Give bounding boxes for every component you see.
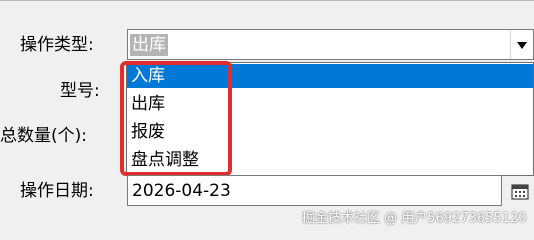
- chevron-down-icon[interactable]: [510, 30, 533, 59]
- window-top-border: [0, 0, 534, 1]
- operation-type-label: 操作类型:: [20, 35, 94, 55]
- operation-date-value: 2026-04-23: [132, 181, 231, 201]
- dropdown-option-inventory-adjust[interactable]: 盘点调整: [127, 148, 533, 172]
- calendar-button[interactable]: [506, 176, 534, 205]
- operation-type-combobox[interactable]: 出库: [127, 29, 534, 60]
- model-label: 型号:: [60, 81, 100, 101]
- calendar-icon: [511, 184, 529, 200]
- watermark: 掘金技术社区 @ 用户569273655120: [302, 211, 527, 226]
- operation-date-label: 操作日期:: [20, 181, 94, 201]
- dropdown-option-outbound[interactable]: 出库: [127, 92, 533, 116]
- operation-type-selected-value: 出库: [130, 34, 168, 56]
- total-quantity-label: 总数量(个):: [0, 126, 87, 146]
- operation-type-dropdown-list[interactable]: 入库 出库 报废 盘点调整: [126, 62, 534, 176]
- dropdown-option-scrap[interactable]: 报废: [127, 120, 533, 144]
- operation-date-input[interactable]: 2026-04-23: [127, 175, 502, 206]
- dropdown-option-inbound[interactable]: 入库: [127, 64, 533, 88]
